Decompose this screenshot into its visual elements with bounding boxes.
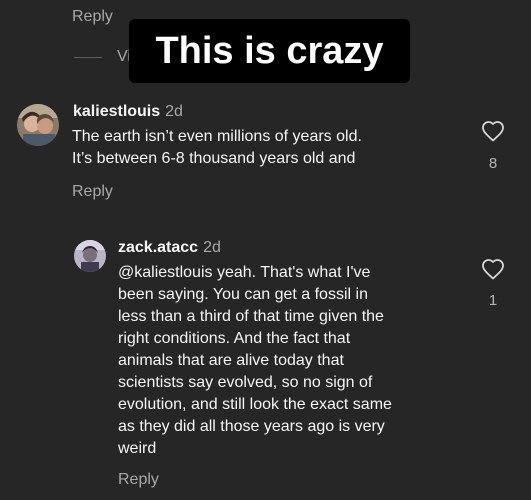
comment-line: right conditions. And the fact that bbox=[118, 330, 351, 347]
comment-text: The earth isn’t even millions of years o… bbox=[72, 126, 362, 170]
timestamp: 2d bbox=[165, 103, 183, 120]
username[interactable]: kaliestlouis bbox=[73, 103, 160, 120]
comment-line: as they did all those years ago is very bbox=[118, 418, 385, 435]
comment-line: It’s between 6-8 thousand years old and bbox=[72, 150, 356, 167]
comment-header-2: zack.atacc 2d bbox=[118, 238, 221, 258]
like-button[interactable] bbox=[481, 258, 505, 280]
reply-button[interactable]: Reply bbox=[118, 470, 159, 490]
view-replies-divider bbox=[74, 57, 102, 58]
reply-button-previous[interactable]: Reply bbox=[72, 7, 113, 27]
like-count: 1 bbox=[488, 292, 498, 309]
username[interactable]: zack.atacc bbox=[118, 239, 198, 256]
like-count: 8 bbox=[488, 155, 498, 172]
comment-line: weird bbox=[118, 440, 157, 457]
like-button[interactable] bbox=[481, 120, 505, 142]
heart-outline-icon bbox=[482, 121, 504, 142]
timestamp: 2d bbox=[203, 239, 221, 256]
comment-line: evolution, and still look the exact same bbox=[118, 396, 392, 413]
comment-line: animals that are alive today that bbox=[118, 352, 344, 369]
comment-line: @kaliestlouis yeah. That's what I've bbox=[118, 264, 371, 281]
caption-overlay-text: This is crazy bbox=[155, 30, 384, 72]
profile-photo-icon[interactable] bbox=[74, 240, 106, 272]
comment-line: The earth isn’t even millions of years o… bbox=[72, 128, 362, 145]
profile-photo-icon[interactable] bbox=[17, 104, 59, 146]
reply-button[interactable]: Reply bbox=[72, 182, 113, 202]
comment-text: @kaliestlouis yeah. That's what I've bee… bbox=[118, 262, 392, 460]
heart-outline-icon bbox=[482, 259, 504, 280]
comment-header-1: kaliestlouis 2d bbox=[73, 102, 183, 122]
comment-line: scientists say evolved, so no sign of bbox=[118, 374, 373, 391]
comment-line: been saying. You can get a fossil in bbox=[118, 286, 368, 303]
comment-line: less than a third of that time given the bbox=[118, 308, 384, 325]
